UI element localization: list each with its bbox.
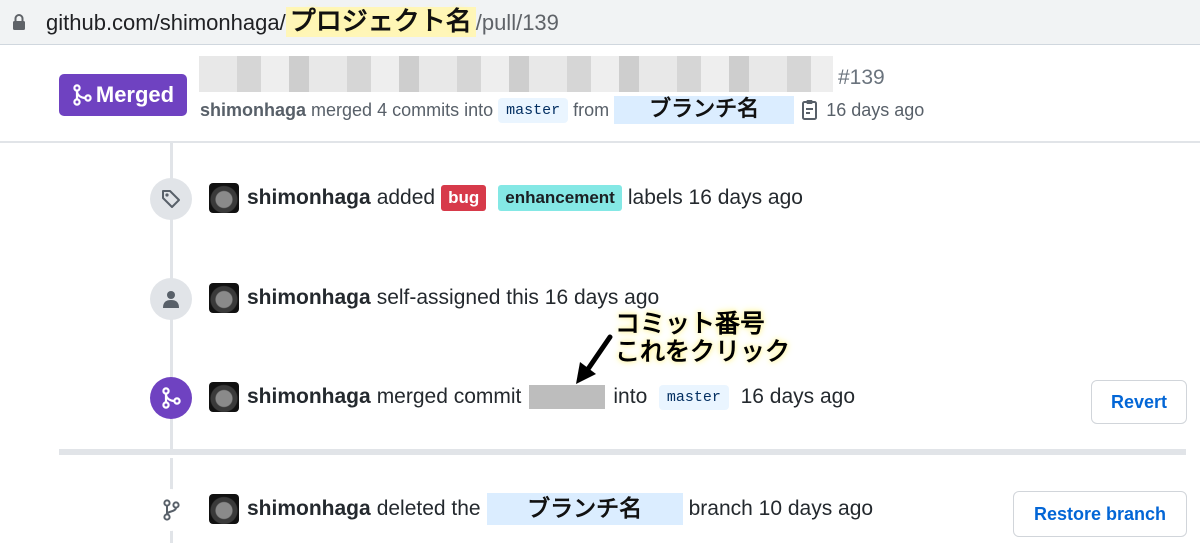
- lock-icon: [13, 14, 25, 30]
- annotation-line2: これをクリック: [615, 337, 791, 366]
- assign-event-badge: [150, 278, 192, 320]
- merge-event-badge: [150, 377, 192, 419]
- url-project-placeholder: プロジェクト名: [285, 7, 476, 37]
- url-prefix: github.com/shimonhaga/: [46, 10, 286, 35]
- timeline-item-assigned: shimonhaga self-assigned this 16 days ag…: [209, 283, 659, 313]
- revert-button[interactable]: Revert: [1091, 380, 1187, 424]
- event-user[interactable]: shimonhaga: [247, 286, 371, 310]
- browser-url-bar[interactable]: github.com/shimonhaga/プロジェクト名/pull/139: [0, 0, 1200, 44]
- event-user[interactable]: shimonhaga: [247, 497, 371, 521]
- event-user[interactable]: shimonhaga: [247, 385, 371, 409]
- tag-event-badge: [150, 178, 192, 220]
- event-action: added: [376, 186, 436, 209]
- copy-branch-icon[interactable]: [799, 99, 821, 121]
- label-enhancement[interactable]: enhancement: [498, 185, 622, 211]
- event-suffix: labels 16 days ago: [627, 186, 803, 209]
- divider: [0, 44, 1200, 45]
- pr-number: #139: [838, 66, 885, 89]
- base-branch[interactable]: master: [498, 97, 569, 123]
- timeline-item-labels: shimonhaga added bug enhancement labels …: [209, 183, 803, 213]
- branch-event-badge: [150, 489, 192, 531]
- merged-status-badge: Merged: [59, 74, 187, 116]
- pr-title-redacted: [199, 56, 833, 92]
- pr-meta: shimonhaga merged 4 commits into master …: [200, 96, 924, 124]
- label-bug[interactable]: bug: [441, 185, 487, 211]
- pr-time: 16 days ago: [826, 99, 925, 120]
- avatar[interactable]: [209, 494, 239, 524]
- merged-status-label: Merged: [95, 82, 175, 107]
- avatar[interactable]: [209, 382, 239, 412]
- event-action: self-assigned this 16 days ago: [376, 286, 660, 309]
- git-merge-icon: [162, 387, 181, 409]
- merge-target-branch[interactable]: master: [658, 384, 729, 410]
- git-merge-icon: [73, 84, 92, 106]
- annotation-text: コミット番号 これをクリック: [615, 310, 790, 366]
- tag-icon: [162, 190, 180, 208]
- git-branch-icon: [163, 499, 180, 521]
- timeline-break: [59, 449, 1186, 455]
- event-time: 16 days ago: [740, 385, 856, 408]
- event-action: deleted the: [376, 497, 481, 520]
- header-divider: [0, 141, 1200, 143]
- url-suffix: /pull/139: [475, 10, 559, 35]
- timeline-item-deleted-branch: shimonhaga deleted the ブランチ名 branch 10 d…: [209, 493, 873, 525]
- event-action: merged commit: [376, 385, 522, 408]
- restore-branch-button[interactable]: Restore branch: [1013, 491, 1187, 537]
- timeline-item-merged: shimonhaga merged commit into master 16 …: [209, 382, 855, 412]
- avatar[interactable]: [209, 283, 239, 313]
- head-branch-placeholder[interactable]: ブランチ名: [614, 96, 795, 124]
- pr-merged-text: merged 4 commits into: [311, 99, 494, 120]
- avatar[interactable]: [209, 183, 239, 213]
- pr-author[interactable]: shimonhaga: [200, 100, 306, 121]
- person-icon: [163, 291, 179, 308]
- event-suffix: branch 10 days ago: [688, 497, 874, 520]
- annotation-line1: コミット番号: [615, 309, 766, 338]
- commit-sha-redacted[interactable]: [529, 385, 606, 409]
- event-into: into: [613, 385, 648, 408]
- event-user[interactable]: shimonhaga: [247, 186, 371, 210]
- pr-from-text: from: [573, 99, 610, 120]
- annotation-arrow-icon: [576, 334, 613, 384]
- url-text: github.com/shimonhaga/プロジェクト名/pull/139: [46, 7, 559, 38]
- deleted-branch-placeholder: ブランチ名: [486, 493, 683, 525]
